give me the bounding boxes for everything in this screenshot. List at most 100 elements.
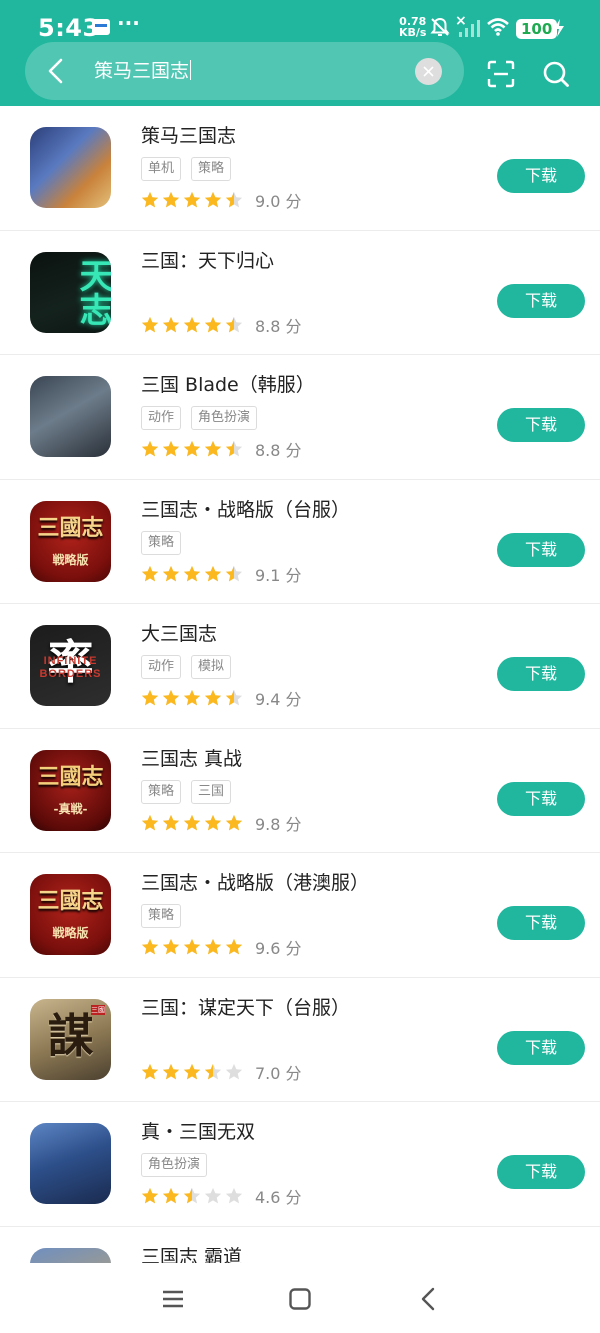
app-icon[interactable]: 天志 [30,251,111,333]
app-name[interactable]: 三国志・战略版（港澳服） [141,870,369,896]
star-full-icon [162,689,180,706]
menu-icon[interactable] [160,1287,186,1311]
download-button[interactable]: 下载 [497,159,585,193]
app-name[interactable]: 三国：天下归心 [141,248,274,274]
app-icon[interactable]: 三國志 戦略版 [30,500,111,582]
app-score: 9.0 分 [255,192,302,211]
back-arrow-icon[interactable] [40,54,74,88]
more-notifications-icon: ··· [117,11,140,35]
app-icon[interactable] [30,1247,111,1263]
app-icon[interactable] [30,1123,111,1204]
star-full-icon [141,191,159,208]
app-icon[interactable] [30,376,111,457]
search-icon[interactable] [542,60,570,88]
app-score: 8.8 分 [255,441,302,460]
app-tags: 策略 [141,904,182,928]
app-tags: 动作 模拟 [141,655,232,679]
status-time: 5:43 [38,14,100,42]
app-tag: 策略 [141,530,182,555]
star-half-icon [225,191,243,208]
app-tag: 策略 [141,779,182,804]
rating-stars [141,191,243,209]
app-score: 4.6 分 [255,1188,302,1207]
app-rating: 9.1 分 [141,564,302,585]
app-list-item[interactable]: 三國志 戦略版 三国志・战略版（台服） 策略 9.1 分 下载 [0,480,600,604]
star-full-icon [141,316,159,332]
download-button[interactable]: 下载 [497,532,585,567]
app-name[interactable]: 三国志 霸道 [141,1244,242,1264]
app-icon-lettering: 天志 [73,257,111,326]
star-half-icon [225,440,243,457]
app-rating: 9.8 分 [141,813,302,834]
app-icon-badge: 三國 [91,1004,105,1015]
app-tags: 动作 角色扮演 [141,406,258,430]
star-full-icon [141,1187,159,1204]
app-name[interactable]: 三国：谋定天下（台服） [141,995,350,1021]
app-icon[interactable] [30,127,111,208]
star-full-icon [204,440,222,457]
download-button[interactable]: 下载 [497,1030,585,1065]
app-score: 9.4 分 [255,690,302,709]
search-results-list[interactable]: 策马三国志 单机 策略 9.0 分下载 天志 三国：天下归心 8.8 分下载 三国 Blade… [0,106,600,1263]
app-score: 9.1 分 [255,565,302,585]
download-button[interactable]: 下载 [497,781,585,816]
app-icon-lettering: 謀 [47,1008,94,1063]
scan-icon[interactable] [487,60,515,88]
search-query: 策马三国志 [94,60,190,82]
star-full-icon [141,1063,159,1079]
app-list-item[interactable]: 謀三國 三国：谋定天下（台服） 7.0 分 下载 [0,978,600,1102]
download-button[interactable]: 下载 [497,408,585,442]
app-icon[interactable]: 三國志 戦略版 [30,874,111,955]
app-list-item[interactable]: 三国志 霸道 [0,1227,600,1264]
app-name[interactable]: 真・三国无双 [141,1119,255,1145]
star-full-icon [141,440,159,457]
app-list-item[interactable]: 真・三国无双 角色扮演 4.6 分 下载 [0,1102,600,1227]
search-input[interactable]: 策马三国志 [94,59,192,83]
wifi-icon [487,18,509,36]
rating-stars [141,440,243,458]
app-list-item[interactable]: 三国 Blade（韩服） 动作 角色扮演 8.8 分 下载 [0,355,600,480]
star-full-icon [183,440,201,457]
app-name[interactable]: 策马三国志 [141,123,236,149]
app-name[interactable]: 大三国志 [141,621,217,647]
app-list-item[interactable]: 三國志 戦略版 三国志・战略版（港澳服） 策略 9.6 分 下载 [0,853,600,978]
app-name[interactable]: 三国志・战略版（台服） [141,497,350,523]
app-icon-lettering: 三國志 [37,763,104,790]
app-icon[interactable]: 謀三國 [30,998,111,1080]
text-cursor [190,60,192,80]
download-button[interactable]: 下载 [497,657,585,691]
star-full-icon [183,689,201,706]
rating-stars [141,565,243,583]
app-tag: 策略 [141,904,182,928]
star-full-icon [204,316,222,332]
app-icon[interactable]: 三國志 -真戦- [30,749,111,831]
app-icon-lettering: 三國志 [37,514,104,541]
rating-stars [141,1063,243,1081]
app-list-item[interactable]: 策马三国志 单机 策略 9.0 分 下载 [0,106,600,231]
app-icon-lettering: 三國志 [37,888,104,914]
app-list-item[interactable]: 率 INFINITE BORDERS 大三国志动作 模拟 9.4 分 下载 [0,604,600,729]
clear-button[interactable] [415,58,442,85]
app-name[interactable]: 三国 Blade（韩服） [141,372,315,398]
app-list-item[interactable]: 三國志 -真戦- 三国志 真战 策略 三国 9.8 分 下载 [0,729,600,853]
rating-stars [141,938,243,956]
star-half-icon [225,565,243,581]
back-icon[interactable] [416,1287,442,1311]
app-name[interactable]: 三国志 真战 [141,746,242,772]
app-icon[interactable]: 率 INFINITE BORDERS [30,625,111,706]
app-score: 8.8 分 [255,316,302,336]
download-button[interactable]: 下载 [497,906,585,940]
star-full-icon [162,440,180,457]
search-bar[interactable] [25,42,464,100]
home-icon[interactable] [287,1287,313,1311]
star-full-icon [162,565,180,581]
rating-stars [141,1187,243,1205]
star-half-icon [225,689,243,706]
app-list-item[interactable]: 天志 三国：天下归心 8.8 分 下载 [0,231,600,355]
star-full-icon [204,938,222,955]
star-full-icon [204,814,222,830]
star-full-icon [183,191,201,208]
download-button[interactable]: 下载 [497,1155,585,1189]
star-full-icon [141,814,159,830]
download-button[interactable]: 下载 [497,283,585,318]
